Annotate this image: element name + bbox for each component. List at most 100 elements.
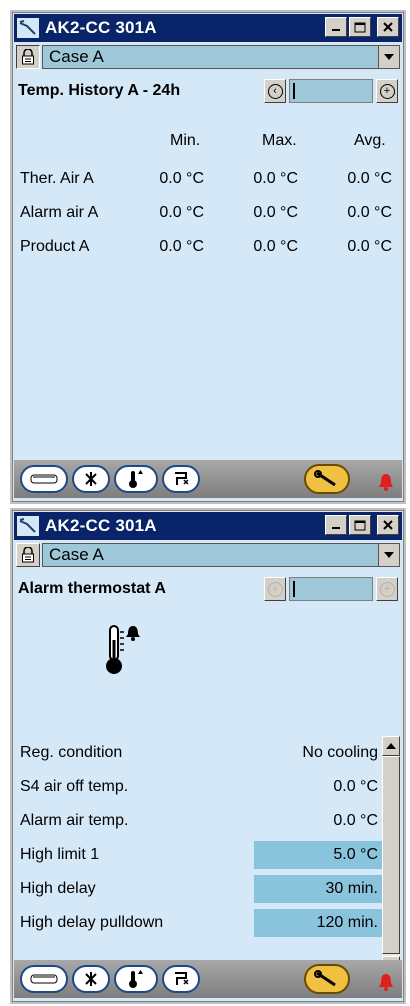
fan-icon xyxy=(85,472,97,486)
maximize-button[interactable] xyxy=(349,17,371,37)
thermometer-icon xyxy=(129,970,143,988)
column-header-max: Max. xyxy=(262,132,297,149)
list-item: S4 air off temp. 0.0 °C xyxy=(18,770,382,804)
nav-prev-icon: ‹ xyxy=(267,581,283,597)
minimize-button[interactable] xyxy=(325,515,347,535)
min-value: 0.0 °C xyxy=(159,204,204,221)
parameter-list: Reg. condition No cooling S4 air off temp… xyxy=(18,736,382,940)
wrench-icon xyxy=(314,970,336,987)
table-row: Product A 0.0 °C 0.0 °C 0.0 °C xyxy=(20,230,396,264)
vertical-scrollbar[interactable] xyxy=(382,736,400,976)
maximize-button[interactable] xyxy=(349,515,371,535)
list-item: Alarm air temp. 0.0 °C xyxy=(18,804,382,838)
param-value: 0.0 °C xyxy=(333,812,378,829)
fan-button[interactable] xyxy=(72,965,110,993)
param-value-field[interactable]: 30 min. xyxy=(254,875,382,903)
case-select[interactable]: Case A xyxy=(42,543,400,567)
param-value-field[interactable]: 5.0 °C xyxy=(254,841,382,869)
param-value: No cooling xyxy=(302,744,378,761)
param-value-field[interactable]: 120 min. xyxy=(254,909,382,937)
case-icon xyxy=(30,974,58,984)
title-bar[interactable]: AK2-CC 301A xyxy=(14,14,402,42)
nav-prev-icon: ‹ xyxy=(267,83,283,99)
param-label: High delay pulldown xyxy=(20,914,164,931)
max-value: 0.0 °C xyxy=(253,170,298,187)
nav-next-button[interactable]: + xyxy=(376,577,398,601)
wrench-icon xyxy=(314,470,336,487)
nav-prev-button[interactable]: ‹ xyxy=(264,577,286,601)
scroll-thumb[interactable] xyxy=(382,756,400,954)
row-label: Alarm air A xyxy=(20,204,99,221)
max-value: 0.0 °C xyxy=(253,204,298,221)
thermometer-button[interactable] xyxy=(114,965,158,993)
alarm-bell-icon[interactable] xyxy=(376,972,396,997)
minimize-button[interactable] xyxy=(325,17,347,37)
row-label: Product A xyxy=(20,238,90,255)
window-title: AK2-CC 301A xyxy=(45,516,157,535)
page-title: Alarm thermostat A xyxy=(18,580,166,597)
history-window: AK2-CC 301A Case A Temp. History A - 24h… xyxy=(10,10,406,504)
avg-value: 0.0 °C xyxy=(347,204,392,221)
defrost-icon xyxy=(175,972,189,985)
scroll-up-button[interactable] xyxy=(382,736,400,756)
page-indicator[interactable] xyxy=(289,79,373,103)
service-button[interactable] xyxy=(304,464,350,494)
table-row: Ther. Air A 0.0 °C 0.0 °C 0.0 °C xyxy=(20,162,396,196)
param-label: Alarm air temp. xyxy=(20,812,129,829)
lock-icon xyxy=(22,49,34,65)
param-label: High limit 1 xyxy=(20,846,100,863)
case-icon xyxy=(30,474,58,484)
row-label: Ther. Air A xyxy=(20,170,94,187)
param-label: S4 air off temp. xyxy=(20,778,129,795)
lock-button[interactable] xyxy=(16,45,40,69)
page-title: Temp. History A - 24h xyxy=(18,82,181,99)
list-item: Reg. condition No cooling xyxy=(18,736,382,770)
list-item[interactable]: High limit 1 5.0 °C xyxy=(18,838,382,872)
window-title: AK2-CC 301A xyxy=(45,18,157,37)
title-bar[interactable]: AK2-CC 301A xyxy=(14,512,402,540)
nav-prev-button[interactable]: ‹ xyxy=(264,79,286,103)
case-view-button[interactable] xyxy=(20,465,68,493)
defrost-button[interactable] xyxy=(162,965,200,993)
list-item[interactable]: High delay 30 min. xyxy=(18,872,382,906)
nav-next-icon: + xyxy=(379,581,395,597)
param-label: Reg. condition xyxy=(20,744,123,761)
alarm-thermometer-icon xyxy=(104,620,144,685)
close-button[interactable] xyxy=(377,17,399,37)
service-button[interactable] xyxy=(304,964,350,994)
close-button[interactable] xyxy=(377,515,399,535)
alarm-bell-icon[interactable] xyxy=(376,472,396,497)
column-header-min: Min. xyxy=(170,132,201,149)
min-value: 0.0 °C xyxy=(159,238,204,255)
lock-icon xyxy=(22,547,34,563)
page-indicator[interactable] xyxy=(289,577,373,601)
case-select-value: Case A xyxy=(49,47,104,66)
thermometer-button[interactable] xyxy=(114,465,158,493)
column-header-avg: Avg. xyxy=(354,132,386,149)
case-select[interactable]: Case A xyxy=(42,45,400,69)
fan-button[interactable] xyxy=(72,465,110,493)
app-icon xyxy=(17,516,39,536)
thermometer-icon xyxy=(129,470,143,488)
param-label: High delay xyxy=(20,880,96,897)
defrost-icon xyxy=(175,472,189,485)
max-value: 0.0 °C xyxy=(253,238,298,255)
list-item[interactable]: High delay pulldown 120 min. xyxy=(18,906,382,940)
bottom-toolbar xyxy=(14,960,402,998)
nav-next-button[interactable]: + xyxy=(376,79,398,103)
alarm-window: AK2-CC 301A Case A Alarm thermostat A ‹ … xyxy=(10,508,406,1004)
avg-value: 0.0 °C xyxy=(347,170,392,187)
avg-value: 0.0 °C xyxy=(347,238,392,255)
case-select-value: Case A xyxy=(49,545,104,564)
min-value: 0.0 °C xyxy=(159,170,204,187)
bottom-toolbar xyxy=(14,460,402,498)
param-value: 0.0 °C xyxy=(333,778,378,795)
table-row: Alarm air A 0.0 °C 0.0 °C 0.0 °C xyxy=(20,196,396,230)
defrost-button[interactable] xyxy=(162,465,200,493)
case-view-button[interactable] xyxy=(20,965,68,993)
dropdown-arrow-icon[interactable] xyxy=(378,46,399,68)
app-icon xyxy=(17,18,39,38)
dropdown-arrow-icon[interactable] xyxy=(378,544,399,566)
fan-icon xyxy=(85,972,97,986)
lock-button[interactable] xyxy=(16,543,40,567)
